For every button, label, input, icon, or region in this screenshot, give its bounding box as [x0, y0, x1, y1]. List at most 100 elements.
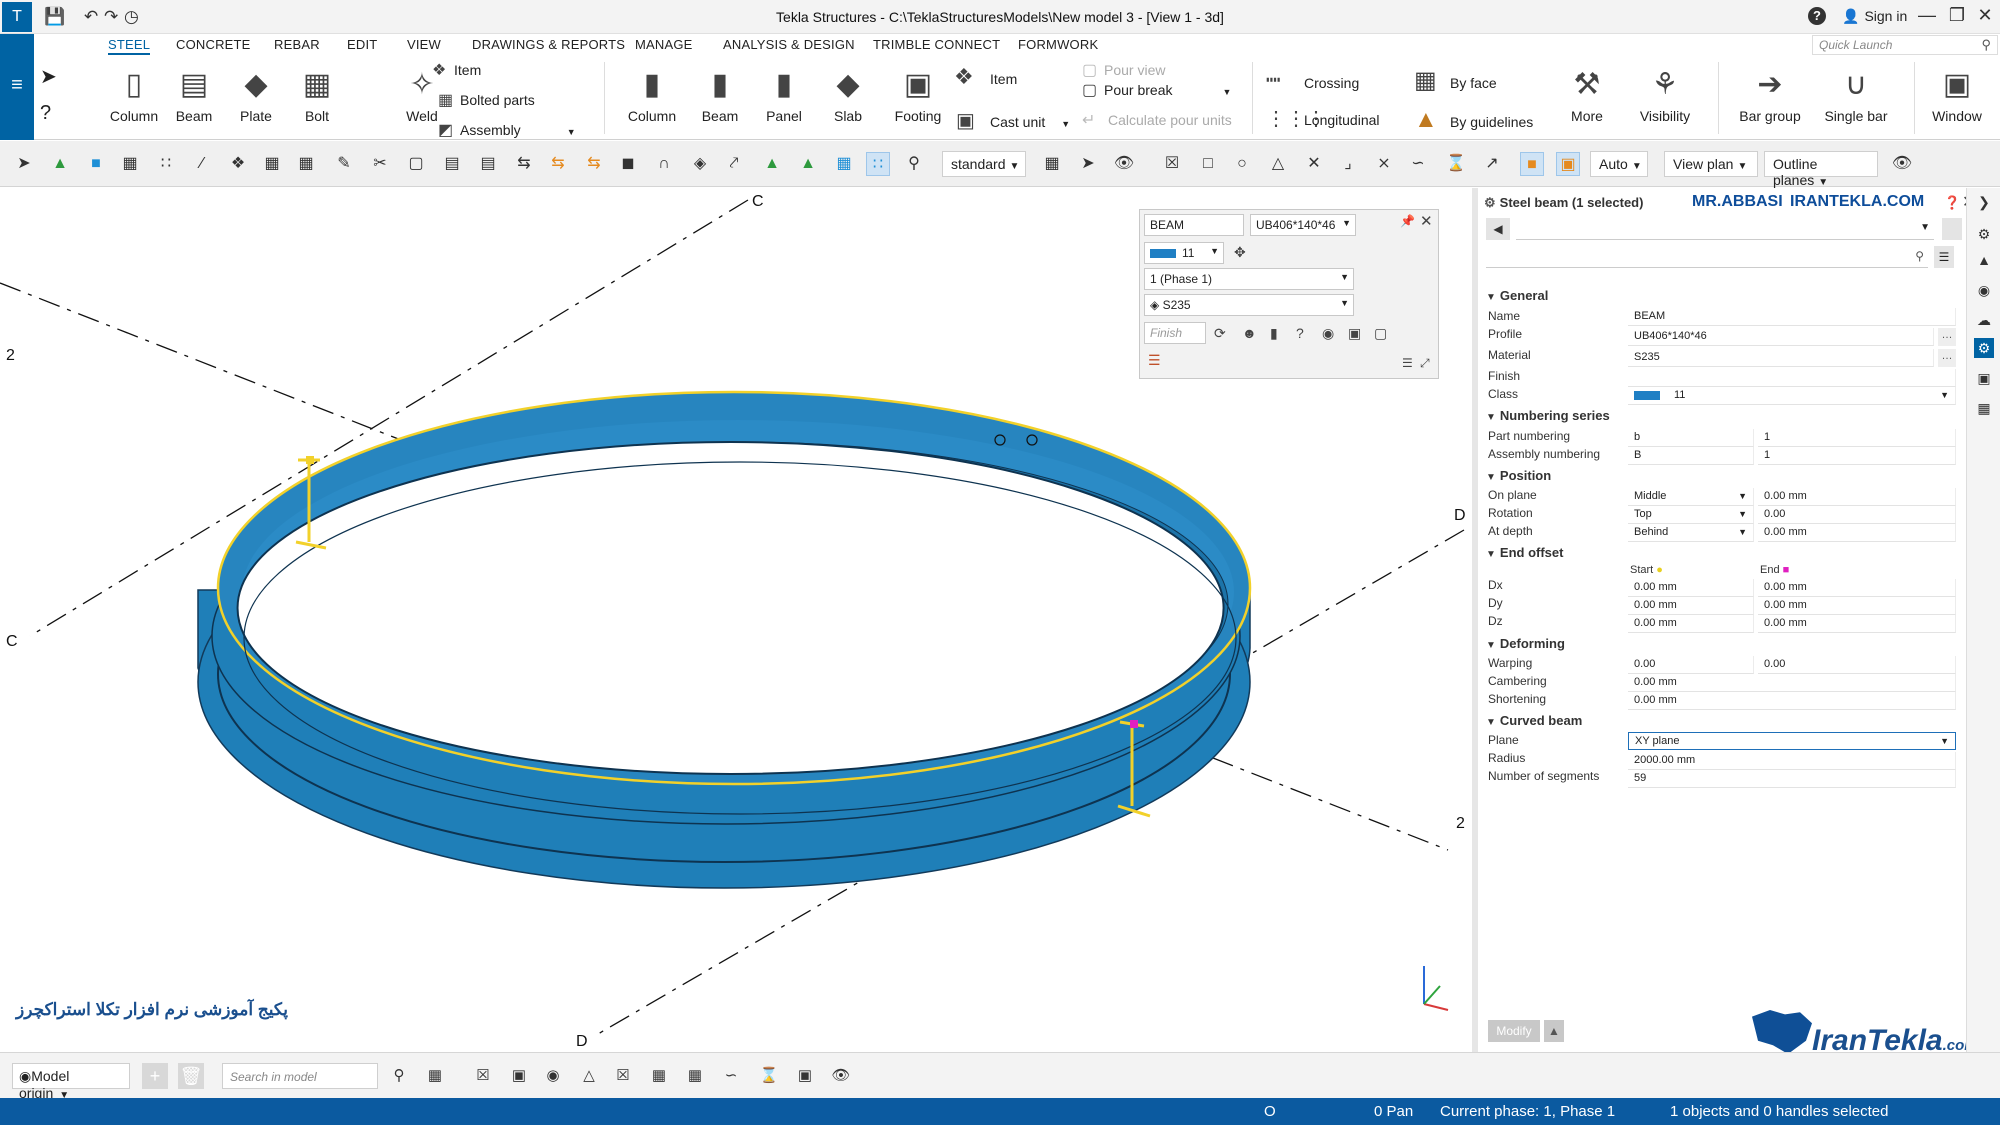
snap-square-icon[interactable]: ▣ [508, 1066, 530, 1088]
chevron-right-icon[interactable]: ❯ [1974, 192, 1994, 212]
snap-override-hourglass-icon[interactable]: ⌛ [1444, 152, 1468, 176]
snap-override-corner-icon[interactable]: ⌟ [1336, 152, 1360, 176]
slab-button[interactable]: ◆ Slab [820, 62, 876, 124]
mini-save-icon[interactable]: ▢ [1374, 325, 1387, 342]
mini-class-settings-icon[interactable]: ✥ [1234, 244, 1246, 261]
rotation-angle-field[interactable]: 0.00 [1758, 506, 1956, 524]
snap-override-cross-icon[interactable]: ✕ [1302, 152, 1326, 176]
outline-planes-select[interactable]: Outline planes ▼ [1764, 151, 1878, 188]
select-grid-icon[interactable]: ▦ [118, 152, 142, 176]
cambering-field[interactable]: 0.00 mm [1628, 674, 1956, 692]
snap-end-icon[interactable]: ◼ [616, 152, 640, 176]
footing-button[interactable]: ▣ Footing [886, 62, 950, 124]
snap-cross-icon[interactable]: ☒ [612, 1066, 634, 1088]
view-plane-select[interactable]: View plan ▼ [1664, 151, 1758, 177]
select-tool-icon[interactable]: ➤ [1076, 152, 1100, 176]
status-phase[interactable]: Current phase: 1, Phase 1 [1440, 1103, 1615, 1120]
snap-override-arrow-icon[interactable]: ↗ [1480, 152, 1504, 176]
by-face-button[interactable]: ▦ By face [1414, 66, 1497, 95]
eye-icon[interactable]: 👁 [1112, 152, 1136, 176]
mini-profile-field[interactable]: UB406*140*46 ▼ [1250, 214, 1356, 236]
select-points-icon[interactable]: ∷ [154, 152, 178, 176]
tab-edit[interactable]: EDIT [347, 37, 377, 52]
at-depth-select[interactable]: Behind ▼ [1628, 524, 1754, 542]
select-surfaces-icon[interactable]: ■ [84, 152, 108, 176]
saved-settings-select[interactable]: ▼ [1516, 218, 1934, 240]
part-prefix-field[interactable]: b [1628, 429, 1754, 447]
search-options-icon[interactable]: ▦ [424, 1066, 446, 1088]
snap-arrow-icon[interactable]: ▣ [794, 1066, 816, 1088]
profile-field[interactable]: UB406*140*46 [1628, 328, 1934, 346]
snap-any-icon[interactable]: ∷ [866, 152, 890, 176]
select-parts-icon[interactable]: ▲ [48, 152, 72, 176]
snap-override-triangle-icon[interactable]: △ [1266, 152, 1290, 176]
section-numbering[interactable]: ▼ Numbering series [1486, 408, 1610, 423]
select-all-icon[interactable]: ➤ [12, 152, 36, 176]
section-end-offset[interactable]: ▼ End offset [1486, 545, 1563, 560]
help-icon[interactable]: ? [1808, 7, 1826, 25]
mini-pin-icon[interactable]: 📌 [1400, 214, 1415, 228]
material-field[interactable]: S235 [1628, 349, 1934, 367]
panel-button[interactable]: ▮ Panel [756, 62, 812, 124]
snap-override-intersect-icon[interactable]: ⨯ [1372, 152, 1396, 176]
mini-class-field[interactable]: 11 ▼ [1144, 242, 1224, 264]
eye-icon[interactable]: 👁 [830, 1066, 852, 1088]
calculate-pour-units-button[interactable]: ↵ Calculate pour units [1082, 110, 1232, 130]
snap-circle-icon[interactable]: ◉ [542, 1066, 564, 1088]
side-menu-button[interactable]: ≡ [0, 34, 34, 140]
tab-drawings-reports[interactable]: DRAWINGS & REPORTS [472, 37, 625, 52]
snap-nearest-icon[interactable]: ▲ [796, 152, 820, 176]
bolted-parts-button[interactable]: ▦ Bolted parts [438, 90, 535, 110]
snap-override-orange-icon[interactable]: ■ [1520, 152, 1544, 176]
snap-override-circle-icon[interactable]: ○ [1230, 152, 1254, 176]
tab-formwork[interactable]: FORMWORK [1018, 37, 1098, 52]
snap-triangle-icon[interactable]: △ [578, 1066, 600, 1088]
modify-options-icon[interactable]: ▲ [1544, 1020, 1564, 1042]
mini-rotate-icon[interactable]: ⟳ [1214, 325, 1226, 342]
steel-beam-button[interactable]: ▤ Beam [166, 62, 222, 124]
select-welds-icon[interactable]: ▦ [260, 152, 284, 176]
dx-end-field[interactable]: 0.00 mm [1758, 579, 1956, 597]
tab-rebar[interactable]: REBAR [274, 37, 320, 52]
minimize-button[interactable]: — [1912, 5, 1942, 26]
snap-hourglass-icon[interactable]: ⌛ [758, 1066, 780, 1088]
snap-override-curve-icon[interactable]: ∽ [1406, 152, 1430, 176]
snap-midpoint-icon[interactable]: ◈ [688, 152, 712, 176]
segments-field[interactable]: 59 [1628, 770, 1956, 788]
snap-box-icon[interactable]: ☒ [472, 1066, 494, 1088]
visibility-button[interactable]: ⚘ Visibility [1630, 62, 1700, 124]
assembly-start-field[interactable]: 1 [1758, 447, 1956, 465]
warping-start-field[interactable]: 0.00 [1628, 656, 1754, 674]
tab-analysis-design[interactable]: ANALYSIS & DESIGN [723, 37, 855, 52]
add-work-plane-button[interactable]: + [142, 1063, 168, 1089]
select-cuts-icon[interactable]: ✂ [368, 152, 392, 176]
snap-center-icon[interactable]: ∩ [652, 152, 676, 176]
single-bar-button[interactable]: ∪ Single bar [1814, 62, 1898, 124]
work-plane-select[interactable]: ◉Model origin ▼ [12, 1063, 130, 1101]
snap-perpendicular-icon[interactable]: ▲ [760, 152, 784, 176]
plane-auto-select[interactable]: Auto ▼ [1590, 151, 1648, 177]
mini-globe-icon[interactable]: ◉ [1322, 325, 1334, 342]
snap-grid-icon[interactable]: ▦ [832, 152, 856, 176]
select-objects-in-assembly-icon[interactable]: ▤ [476, 152, 500, 176]
mini-list-icon[interactable]: ☰ [1402, 356, 1413, 370]
radius-field[interactable]: 2000.00 mm [1628, 752, 1956, 770]
snap-curve-icon[interactable]: ∽ [720, 1066, 742, 1088]
select-views-icon[interactable]: ▢ [404, 152, 428, 176]
settings-tools-icon[interactable]: ⚙ [1974, 224, 1994, 244]
properties-icon[interactable]: ⚙ [1974, 338, 1994, 358]
select-lines-icon[interactable]: ∕ [190, 152, 214, 176]
plane-select[interactable]: XY plane ▼ [1628, 732, 1956, 750]
snap-corner-icon[interactable]: ▦ [648, 1066, 670, 1088]
snap-plane-icon[interactable]: ▦ [1040, 152, 1064, 176]
mini-3d-icon[interactable]: ▣ [1348, 325, 1361, 342]
profile-browse-button[interactable]: … [1938, 328, 1956, 346]
name-field[interactable]: BEAM [1628, 308, 1956, 326]
snap-ref-lines-icon[interactable]: ⇆ [512, 152, 536, 176]
part-start-field[interactable]: 1 [1758, 429, 1956, 447]
bolt-button[interactable]: ▦ Bolt [292, 62, 342, 124]
snap-override-orange2-icon[interactable]: ▣ [1556, 152, 1580, 176]
globe-icon[interactable]: ◉ [1974, 280, 1994, 300]
save-settings-button[interactable] [1942, 218, 1962, 240]
pour-view-button[interactable]: ▢ Pour view [1082, 60, 1165, 80]
